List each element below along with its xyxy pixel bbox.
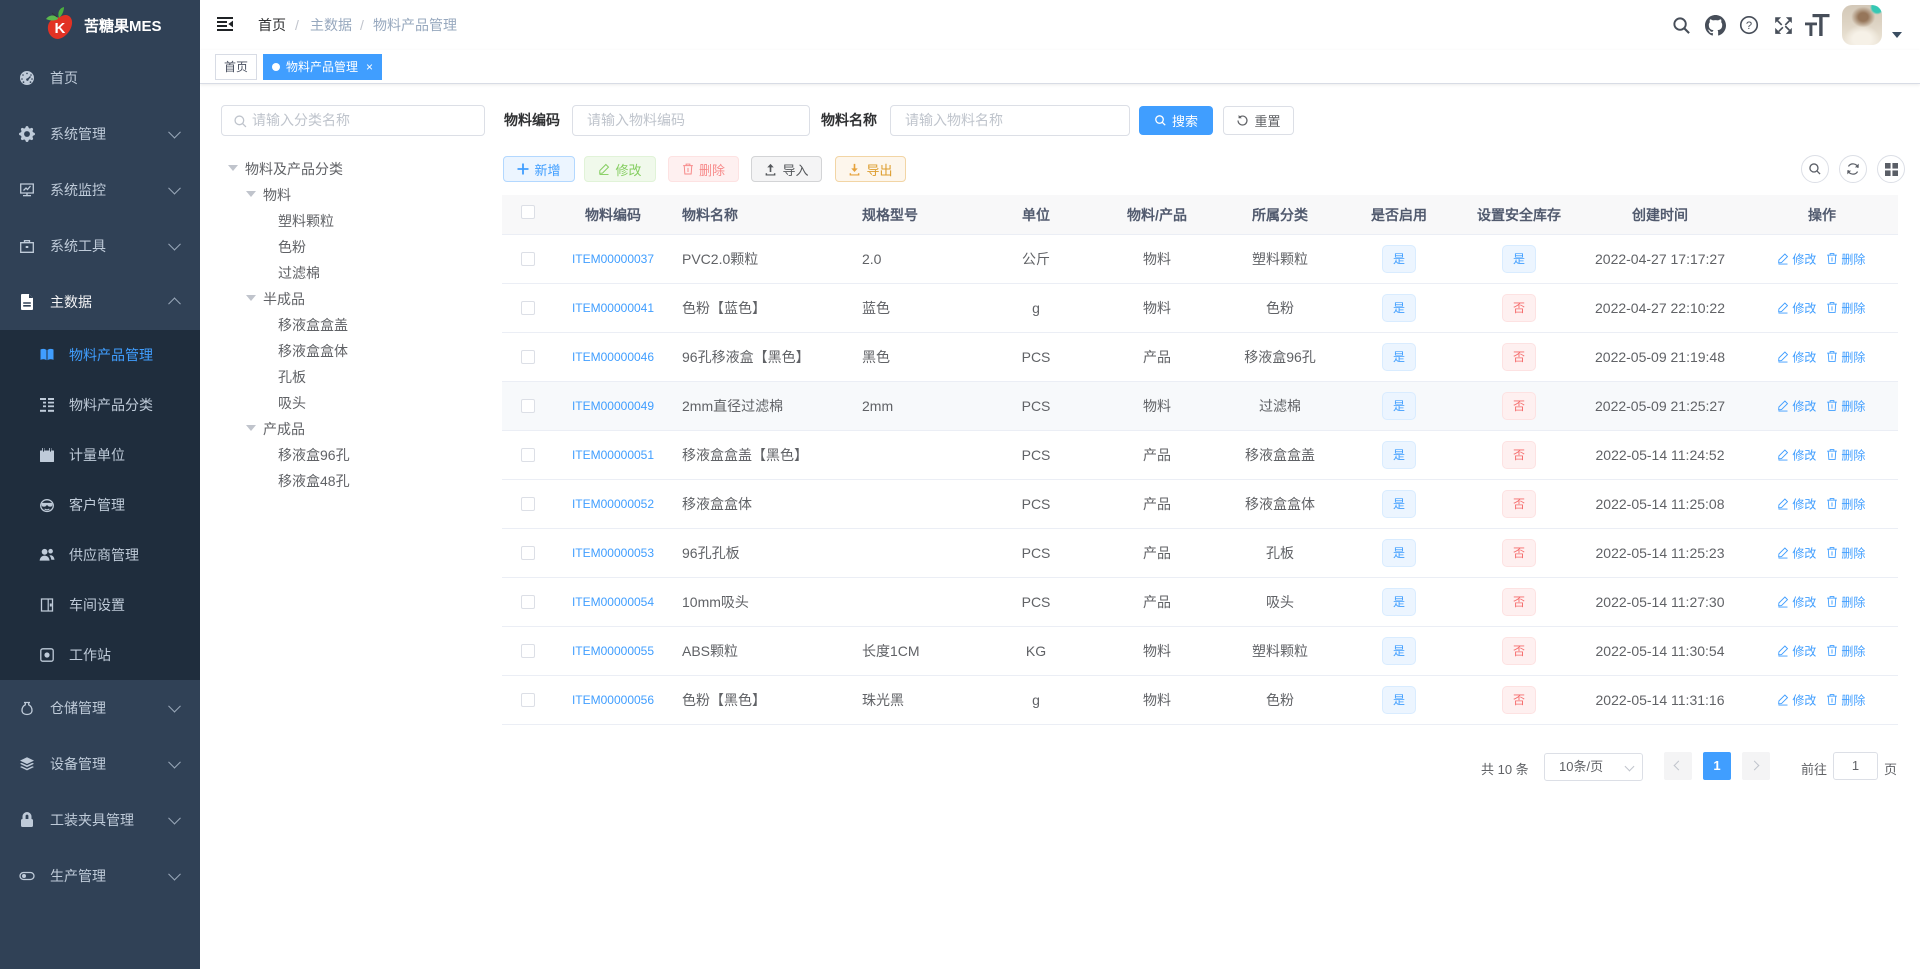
svg-text:?: ? xyxy=(1746,20,1752,32)
svg-text:K: K xyxy=(55,20,66,37)
